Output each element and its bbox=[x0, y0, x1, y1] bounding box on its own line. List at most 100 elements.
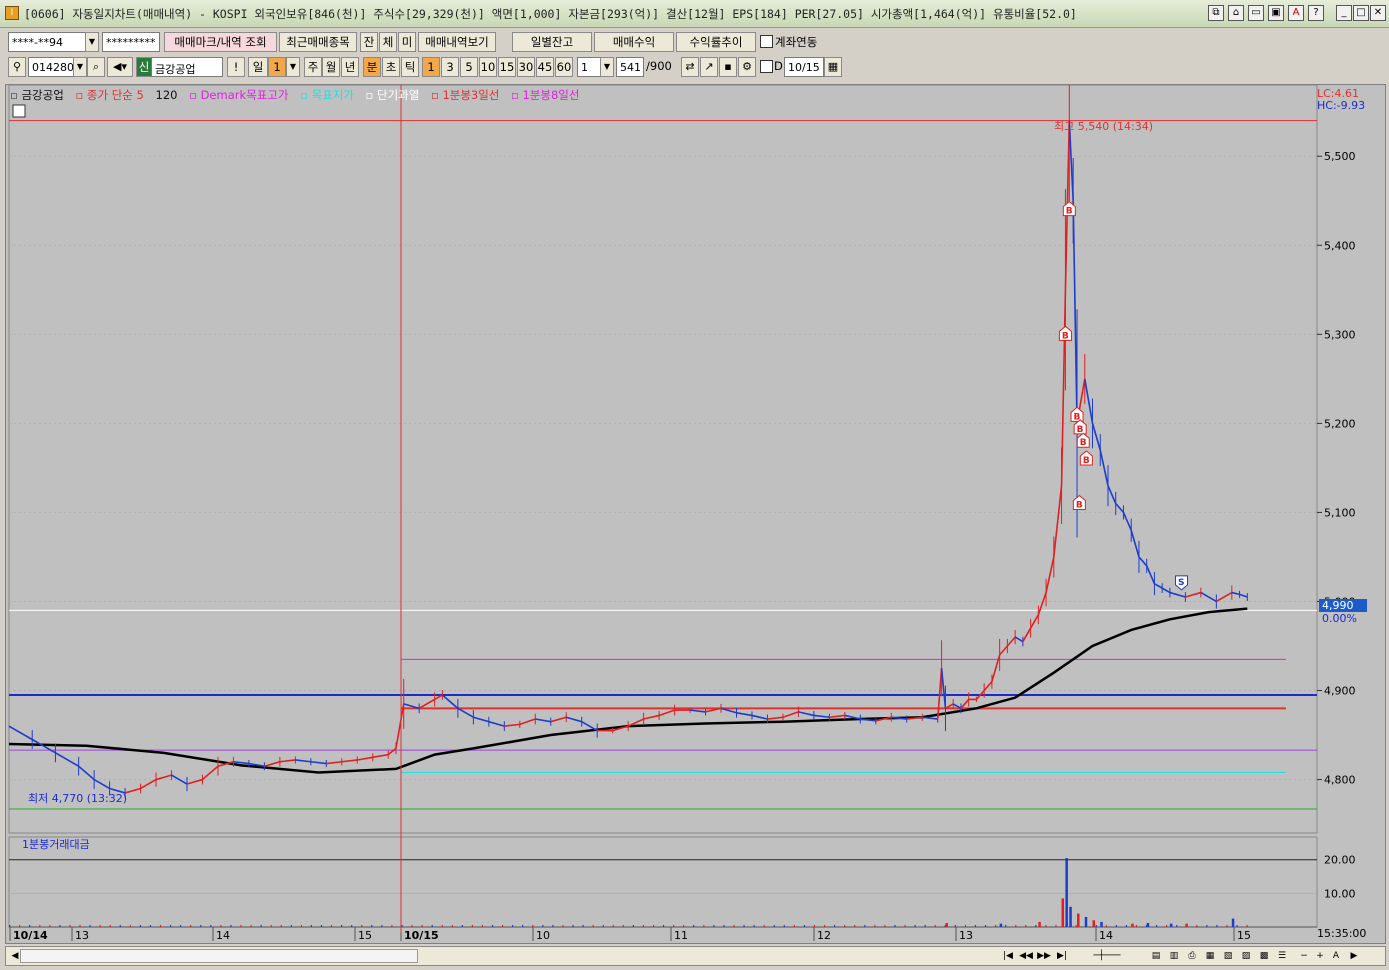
trade-profit-button[interactable]: 매매수익 bbox=[594, 32, 674, 52]
period-day-button[interactable]: 일 bbox=[248, 57, 268, 77]
zoom-out-icon[interactable]: − bbox=[1296, 948, 1312, 964]
text-tool-icon[interactable]: A bbox=[1328, 948, 1344, 964]
scroll-start-icon[interactable]: |◀ bbox=[1000, 948, 1016, 964]
interval-dropdown-icon[interactable]: ▼ bbox=[600, 57, 614, 77]
arrows-icon[interactable]: ⇄ bbox=[681, 57, 699, 77]
price-chart[interactable]: BBBBBBBS 5,5005,4005,3005,2005,1005,0004… bbox=[6, 33, 1385, 943]
calendar-icon[interactable]: ▦ bbox=[824, 57, 842, 77]
help-icon[interactable]: ? bbox=[1308, 5, 1324, 21]
return-trend-button[interactable]: 수익률추이 bbox=[676, 32, 756, 52]
alert-button[interactable]: ! bbox=[227, 57, 245, 77]
chart-area[interactable]: BBBBBBBS 5,5005,4005,3005,2005,1005,0004… bbox=[5, 33, 1386, 944]
chart-type-icon[interactable]: ▦ bbox=[1202, 948, 1218, 964]
week-button[interactable]: 주 bbox=[304, 57, 322, 77]
account-dropdown-icon[interactable]: ▼ bbox=[85, 32, 99, 52]
volume-bar bbox=[1206, 925, 1208, 927]
volume-bar bbox=[1038, 921, 1041, 927]
legend-dot-icon: ▫ bbox=[75, 88, 87, 102]
volume-bar bbox=[109, 925, 111, 927]
interval-value-field[interactable]: 1 bbox=[577, 57, 601, 77]
password-field[interactable]: ********* bbox=[102, 32, 160, 52]
scroll-next-icon[interactable]: ▶▶ bbox=[1036, 948, 1052, 964]
trend-icon[interactable]: ↗ bbox=[700, 57, 718, 77]
window-icon[interactable]: ▣ bbox=[1268, 5, 1284, 21]
volume-bar bbox=[49, 925, 51, 927]
search-code-icon[interactable]: ⚲ bbox=[8, 57, 26, 77]
legend-dot-icon: ▫ bbox=[189, 88, 201, 102]
legend-bar: ▫ 금강공업 ▫ 종가 단순 5 120 ▫ Demark목표고가 ▫ 목표지가… bbox=[10, 87, 579, 103]
close-button[interactable]: ✕ bbox=[1370, 5, 1386, 21]
balance-button[interactable]: 잔 bbox=[360, 32, 378, 52]
compare-icon[interactable]: ▧ bbox=[1220, 948, 1236, 964]
recent-items-button[interactable]: 최근매매종목 bbox=[279, 32, 357, 52]
count-field[interactable]: 541 bbox=[616, 57, 644, 77]
tick-button[interactable]: 틱 bbox=[401, 57, 419, 77]
volume-bar bbox=[1005, 925, 1007, 927]
minimize-button[interactable]: _ bbox=[1336, 5, 1352, 21]
volume-bar bbox=[1077, 913, 1080, 927]
scroll-thumb[interactable] bbox=[20, 949, 418, 963]
volume-bar bbox=[542, 925, 544, 927]
volume-bar bbox=[974, 925, 977, 927]
volume-bar bbox=[1084, 916, 1088, 927]
code-dropdown-icon[interactable]: ▼ bbox=[73, 57, 87, 77]
interval-1-button[interactable]: 1 bbox=[422, 57, 440, 77]
date-field[interactable]: 10/15 bbox=[784, 57, 824, 77]
interval-30-button[interactable]: 30 bbox=[517, 57, 535, 77]
period-dropdown-icon[interactable]: ▼ bbox=[286, 57, 300, 77]
account-field[interactable]: ****-**94 bbox=[8, 32, 86, 52]
font-icon[interactable]: A bbox=[1288, 5, 1304, 21]
date-checkbox[interactable] bbox=[760, 60, 773, 73]
minute-button[interactable]: 분 bbox=[363, 57, 381, 77]
account-link-checkbox[interactable] bbox=[760, 35, 773, 48]
x-tick-label: 10/15 bbox=[404, 929, 439, 942]
interval-10-button[interactable]: 10 bbox=[479, 57, 497, 77]
daily-balance-button[interactable]: 일별잔고 bbox=[512, 32, 592, 52]
list-icon[interactable]: ☰ bbox=[1274, 948, 1290, 964]
maximize-button[interactable]: □ bbox=[1353, 5, 1369, 21]
link-window-icon[interactable]: ⧉ bbox=[1208, 5, 1224, 21]
new-badge: 신 bbox=[136, 57, 152, 77]
volume-bar bbox=[1061, 898, 1065, 927]
screen-icon[interactable]: ▭ bbox=[1248, 5, 1264, 21]
volume-bar bbox=[149, 925, 152, 927]
scroll-prev-icon[interactable]: ◀◀ bbox=[1018, 948, 1034, 964]
zoom-in-icon[interactable]: + bbox=[1312, 948, 1328, 964]
speaker-icon[interactable]: ◀▾ bbox=[107, 57, 133, 77]
stock-code-field[interactable]: 014280 bbox=[28, 57, 74, 77]
filled-button[interactable]: 체 bbox=[379, 32, 397, 52]
stock-name-field[interactable]: 금강공업 bbox=[151, 57, 223, 77]
volume-bar bbox=[934, 925, 936, 927]
unfilled-button[interactable]: 미 bbox=[398, 32, 416, 52]
home-icon[interactable]: ⌂ bbox=[1228, 5, 1244, 21]
trade-history-button[interactable]: 매매내역보기 bbox=[418, 32, 496, 52]
trade-mark-query-button[interactable]: 매매마크/내역 조회 bbox=[164, 32, 277, 52]
scroll-end-icon[interactable]: ▶| bbox=[1054, 948, 1070, 964]
volume-bar bbox=[1131, 923, 1134, 927]
zoom-slider[interactable]: ─┼─── bbox=[1072, 948, 1142, 964]
volume-bar bbox=[250, 925, 252, 927]
scroll-right-icon[interactable]: ▶ bbox=[1346, 948, 1362, 964]
print-icon[interactable]: ⎙ bbox=[1184, 948, 1200, 964]
interval-15-button[interactable]: 15 bbox=[498, 57, 516, 77]
month-button[interactable]: 월 bbox=[322, 57, 340, 77]
volume-bar bbox=[904, 925, 906, 927]
layout2-icon[interactable]: ▥ bbox=[1166, 948, 1182, 964]
interval-5-button[interactable]: 5 bbox=[460, 57, 478, 77]
layout-icon[interactable]: ▤ bbox=[1148, 948, 1164, 964]
volume-tick-label: 10.00 bbox=[1324, 887, 1356, 900]
settings-icon[interactable]: ⚙ bbox=[738, 57, 756, 77]
table-icon[interactable]: ▩ bbox=[1256, 948, 1272, 964]
save-icon[interactable]: ▪ bbox=[719, 57, 737, 77]
interval-60-button[interactable]: 60 bbox=[555, 57, 573, 77]
second-button[interactable]: 초 bbox=[382, 57, 400, 77]
search-icon[interactable]: ⌕ bbox=[87, 57, 105, 77]
x-tick-label: 15 bbox=[1237, 929, 1251, 942]
interval-3-button[interactable]: 3 bbox=[441, 57, 459, 77]
grid-toggle-icon[interactable] bbox=[12, 104, 26, 118]
export-icon[interactable]: ▨ bbox=[1238, 948, 1254, 964]
chart-scrollbar[interactable]: ◀ |◀ ◀◀ ▶▶ ▶| ─┼─── ▤ ▥ ⎙ ▦ ▧ ▨ ▩ ☰ − + … bbox=[5, 946, 1386, 966]
interval-45-button[interactable]: 45 bbox=[536, 57, 554, 77]
period-value-field[interactable]: 1 bbox=[268, 57, 286, 77]
year-button[interactable]: 년 bbox=[341, 57, 359, 77]
